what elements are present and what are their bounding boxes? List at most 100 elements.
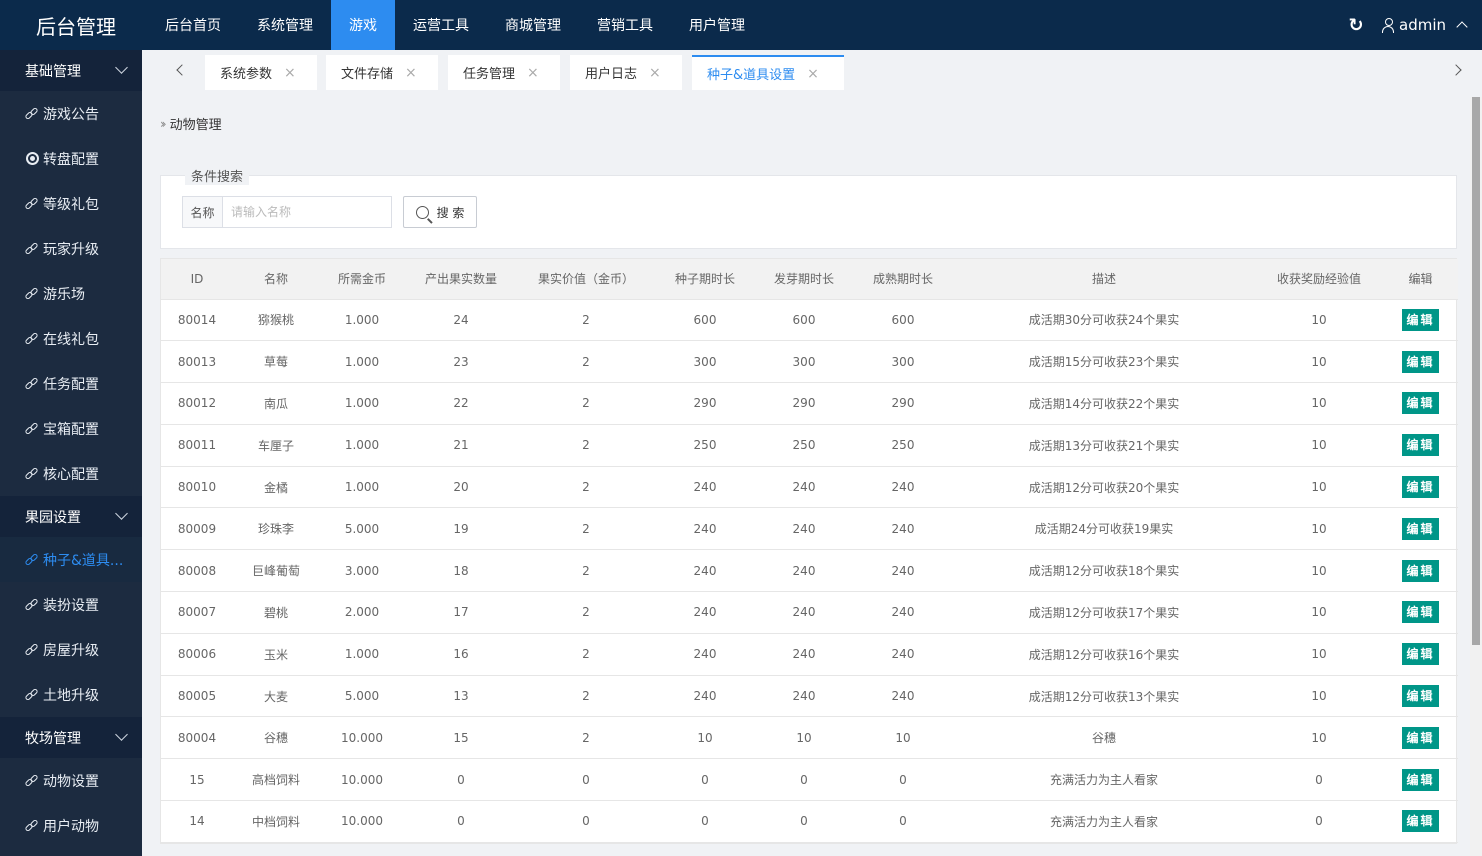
tab-item[interactable]: 任务管理 × [448,55,560,90]
name-input[interactable] [223,197,391,227]
sidebar-group-header[interactable]: 果园设置 [0,496,142,537]
table-cell: 成活期12分可收获16个果实 [953,633,1255,676]
table-cell: 17 [405,591,517,634]
edit-button[interactable]: 编辑 [1402,392,1439,415]
tabs-scroll-right-icon[interactable] [1442,50,1470,90]
user-icon [1381,18,1395,33]
edit-button[interactable]: 编辑 [1402,768,1439,791]
page-scrollbar[interactable] [1470,97,1482,856]
sidebar-item[interactable]: 动物设置 [0,758,142,803]
topnav-item[interactable]: 后台首页 [147,0,239,50]
sidebar-item[interactable]: 在线礼包 [0,316,142,361]
topnav-item[interactable]: 运营工具 [395,0,487,50]
table-cell: 250 [655,424,755,467]
table-cell: 10 [1255,507,1383,551]
close-icon[interactable]: × [405,65,417,81]
edit-button[interactable]: 编辑 [1402,810,1439,833]
table-cell-actions: 编辑 [1383,382,1458,425]
sidebar-group-title: 基础管理 [25,63,81,80]
sidebar-item[interactable]: 用户动物 [0,803,142,848]
sidebar-item[interactable]: 房屋升级 [0,627,142,672]
close-icon[interactable]: × [807,66,819,82]
sidebar-item[interactable]: 游戏公告 [0,91,142,136]
chevron-down-icon [115,507,128,520]
table-cell: 成活期12分可收获18个果实 [953,549,1255,593]
table-cell: 600 [853,299,953,342]
topnav-item[interactable]: 营销工具 [579,0,671,50]
edit-button[interactable]: 编辑 [1402,434,1439,457]
edit-button[interactable]: 编辑 [1402,559,1439,582]
close-icon[interactable]: × [527,65,539,81]
scrollbar-thumb[interactable] [1472,97,1480,645]
table-cell: 10.000 [319,758,405,802]
table-row: 80007 碧桃 2.000 17 2 240 240 240 成活期12分可收获17个果实 10… [161,591,1458,634]
sidebar-item[interactable]: 等级礼包 [0,181,142,226]
table-cell: 22 [405,382,517,425]
table-cell: 240 [755,549,853,593]
sidebar-group-header[interactable]: 牧场管理 [0,717,142,758]
table-header-row: ID 名称 所需金币 产出果实数量 果实价值（金币） 种子期时长 发芽期时长 成熟期时长 描述收… [161,259,1458,300]
close-icon[interactable]: × [649,65,661,81]
table-cell: 290 [655,382,755,425]
table-cell: 600 [655,299,755,342]
table-cell-actions: 编辑 [1383,299,1458,342]
column-header: 成熟期时长 [853,259,953,300]
edit-button[interactable]: 编辑 [1402,643,1439,666]
edit-button[interactable]: 编辑 [1402,601,1439,624]
sidebar-item[interactable]: 玩家升级 [0,226,142,271]
edit-button[interactable]: 编辑 [1402,476,1439,499]
sidebar-item-label: 玩家升级 [43,241,99,258]
refresh-icon[interactable]: ↻ [1333,15,1379,36]
edit-button[interactable]: 编辑 [1402,517,1439,540]
table-cell: 240 [655,507,755,551]
topnav-item[interactable]: 用户管理 [671,0,763,50]
table-cell: 0 [1255,800,1383,843]
sidebar-item-label: 等级礼包 [43,196,99,213]
table-row: 80004 谷穗 10.000 15 2 10 10 10 谷穗 10 编辑 [161,716,1458,760]
link-icon [24,773,39,788]
column-header: 名称 [233,259,319,300]
tab-label: 用户日志 [585,67,638,82]
table-cell-actions: 编辑 [1383,340,1458,384]
topnav-item[interactable]: 商城管理 [487,0,579,50]
table-cell: 成活期15分可收获23个果实 [953,340,1255,384]
table-cell: 成活期12分可收获13个果实 [953,675,1255,718]
search-button[interactable]: 搜 索 [403,196,477,228]
table-cell: 80008 [161,549,233,593]
user-menu[interactable]: admin [1379,16,1482,34]
sidebar-item[interactable]: 任务配置 [0,361,142,406]
edit-button[interactable]: 编辑 [1402,726,1439,749]
table-cell: 巨峰葡萄 [233,549,319,593]
sidebar-group-header[interactable]: 基础管理 [0,50,142,91]
table-cell: 10 [655,716,755,760]
sidebar-item[interactable]: 游乐场 [0,271,142,316]
table-cell: 碧桃 [233,591,319,634]
topnav-item[interactable]: 游戏 [331,0,395,50]
sidebar-item[interactable]: 核心配置 [0,451,142,496]
topnav-item[interactable]: 系统管理 [239,0,331,50]
edit-button[interactable]: 编辑 [1402,308,1439,331]
sidebar-item[interactable]: 土地升级 [0,672,142,717]
tab-item[interactable]: 文件存储 × [326,55,438,90]
tab-item[interactable]: 种子&道具设置 × [692,55,844,90]
tabs-scroll-left-icon[interactable] [168,50,196,90]
table-cell: 80013 [161,340,233,384]
edit-button[interactable]: 编辑 [1402,350,1439,373]
tab-item[interactable]: 系统参数 × [205,55,317,90]
sidebar-item[interactable]: 转盘配置 [0,136,142,181]
sidebar-item[interactable]: 装扮设置 [0,582,142,627]
table-cell: 珍珠李 [233,507,319,551]
tab-label: 文件存储 [341,67,394,82]
table-cell-actions: 编辑 [1383,424,1458,467]
tab-item[interactable]: 用户日志 × [570,55,682,90]
table-cell: 车厘子 [233,424,319,467]
sidebar-item[interactable]: 种子&道具... [0,537,142,582]
table-cell: 13 [405,675,517,718]
table-cell: 240 [655,591,755,634]
close-icon[interactable]: × [284,65,296,81]
edit-button[interactable]: 编辑 [1402,685,1439,708]
sidebar-item[interactable]: 宝箱配置 [0,406,142,451]
table-cell: 15 [405,716,517,760]
tabs-bar: 系统参数 × 文件存储 × 任务管理 × 用户日志 × 种子&道具设置 × [142,50,1482,97]
chevron-up-icon [1456,21,1468,33]
